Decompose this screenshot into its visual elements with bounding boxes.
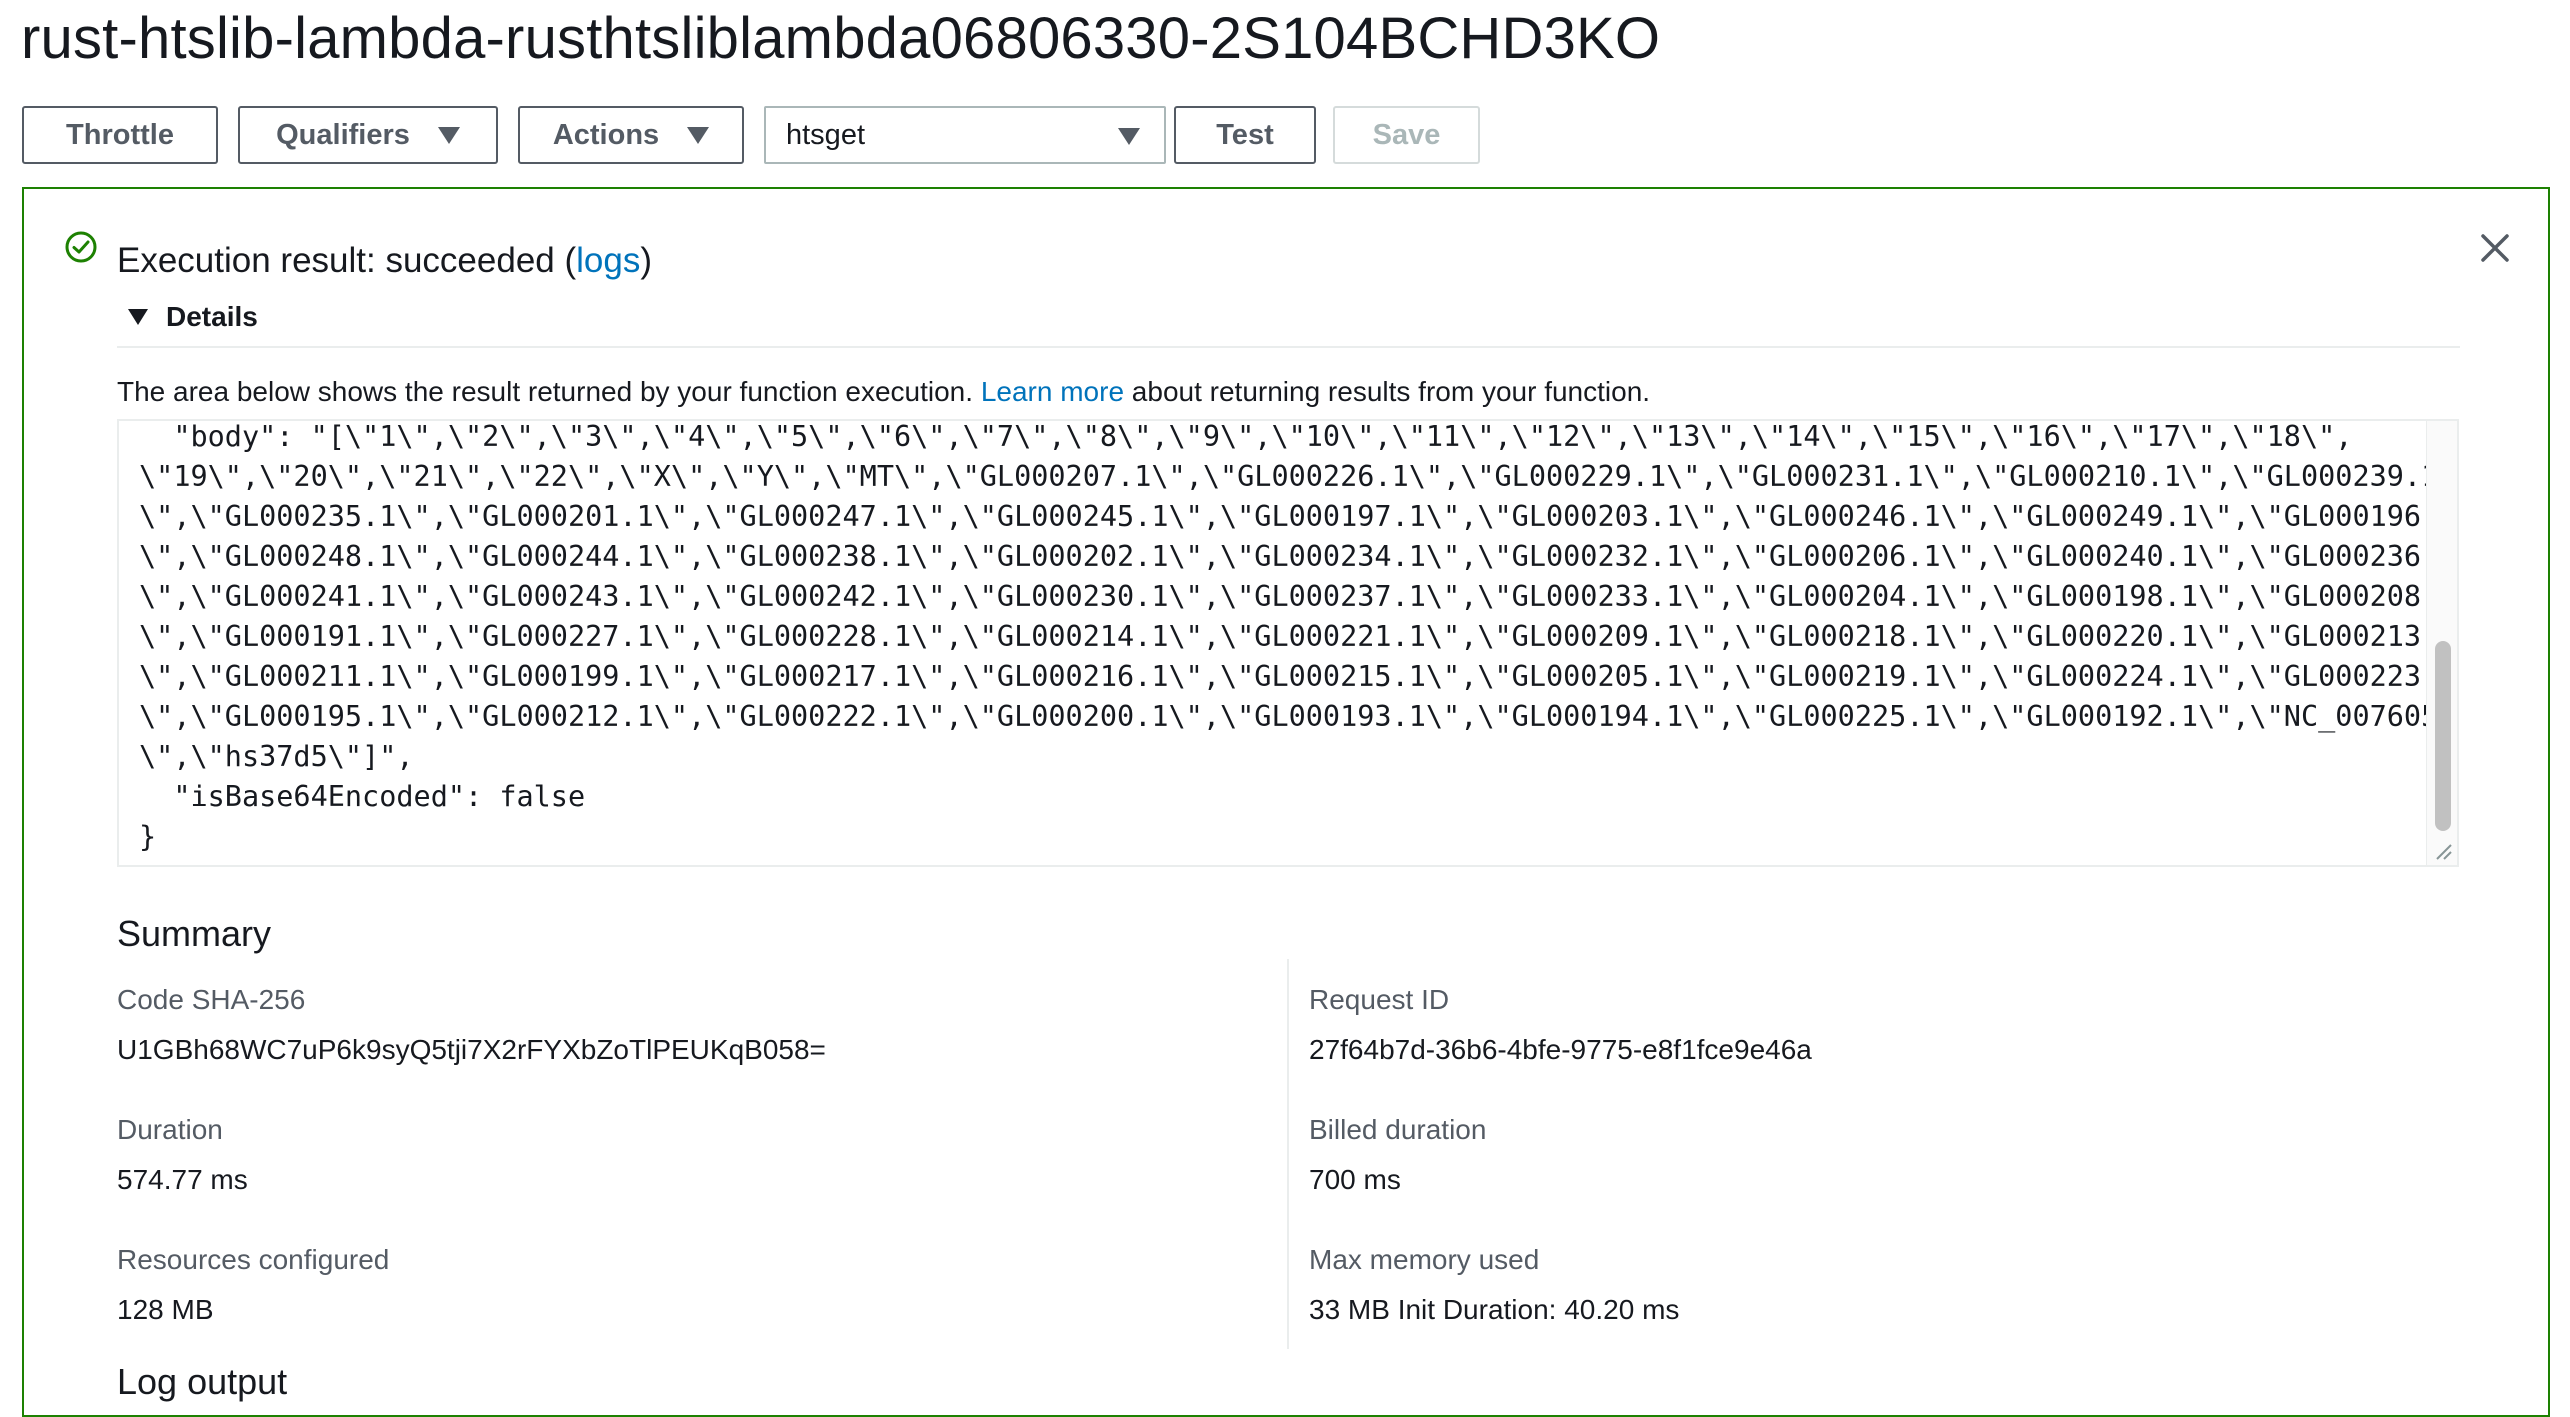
output-line: "body": "[\"1\",\"2\",\"3\",\"4\",\"5\",… [139, 420, 2353, 453]
logs-link[interactable]: logs [576, 241, 640, 280]
details-toggle[interactable]: Details [128, 301, 258, 333]
description-text: The area below shows the result returned… [117, 376, 981, 407]
result-output-box[interactable]: "body": "[\"1\",\"2\",\"3\",\"4\",\"5\",… [117, 419, 2459, 867]
save-button[interactable]: Save [1333, 106, 1480, 164]
code-sha-label: Code SHA-256 [117, 984, 306, 1015]
description-suffix: about returning results from your functi… [1124, 376, 1651, 407]
learn-more-link[interactable]: Learn more [981, 376, 1124, 407]
test-button[interactable]: Test [1174, 106, 1316, 164]
caret-down-icon [1118, 128, 1140, 145]
test-event-select[interactable]: htsget [764, 106, 1166, 164]
summary-title: Summary [117, 913, 272, 954]
billed-duration-value: 700 ms [1309, 1164, 1401, 1195]
test-label: Test [1216, 118, 1274, 151]
output-line: \",\"GL000195.1\",\"GL000212.1\",\"GL000… [139, 700, 2439, 733]
details-label: Details [166, 301, 258, 332]
output-line: \",\"GL000191.1\",\"GL000227.1\",\"GL000… [139, 620, 2456, 653]
log-output-title: Log output [117, 1361, 288, 1402]
status-text: Execution result: succeeded ( [117, 241, 577, 280]
qualifiers-button[interactable]: Qualifiers [238, 106, 498, 164]
actions-button[interactable]: Actions [518, 106, 744, 164]
caret-down-icon [687, 126, 710, 144]
scrollbar[interactable] [2426, 421, 2457, 865]
page-title: rust-htslib-lambda-rusthtsliblambda06806… [21, 6, 1661, 71]
execution-result-panel: Execution result: succeeded (logs) Detai… [22, 187, 2550, 1417]
resources-configured-label: Resources configured [117, 1244, 390, 1275]
qualifiers-label: Qualifiers [276, 118, 410, 151]
save-label: Save [1372, 118, 1441, 151]
resize-handle-icon[interactable] [2431, 839, 2453, 861]
request-id-label: Request ID [1309, 984, 1450, 1015]
code-sha-value: U1GBh68WC7uP6k9syQ5tji7X2rFYXbZoTlPEUKqB… [117, 1034, 826, 1065]
check-circle-icon [65, 231, 97, 263]
max-memory-value: 33 MB Init Duration: 40.20 ms [1309, 1294, 1680, 1325]
test-event-value: htsget [786, 118, 865, 151]
throttle-label: Throttle [66, 118, 174, 151]
output-line: } [139, 820, 157, 853]
result-output: "body": "[\"1\",\"2\",\"3\",\"4\",\"5\",… [139, 420, 2456, 857]
caret-down-icon [128, 309, 148, 325]
output-line: \",\"GL000248.1\",\"GL000244.1\",\"GL000… [139, 540, 2456, 573]
execution-status: Execution result: succeeded (logs) [117, 239, 652, 283]
output-line: \",\"hs37d5\"]", [139, 740, 414, 773]
output-line: \",\"GL000235.1\",\"GL000201.1\",\"GL000… [139, 500, 2456, 533]
output-line: \",\"GL000211.1\",\"GL000199.1\",\"GL000… [139, 660, 2456, 693]
result-description: The area below shows the result returned… [117, 373, 1650, 411]
output-line: \",\"GL000241.1\",\"GL000243.1\",\"GL000… [139, 580, 2456, 613]
actions-label: Actions [552, 118, 660, 151]
output-line: "isBase64Encoded": false [139, 780, 586, 813]
status-suffix: ) [640, 241, 653, 280]
request-id-value: 27f64b7d-36b6-4bfe-9775-e8f1fce9e46a [1309, 1034, 1812, 1065]
caret-down-icon [437, 126, 460, 144]
max-memory-label: Max memory used [1309, 1244, 1540, 1275]
output-line: \"19\",\"20\",\"21\",\"22\",\"X\",\"Y\",… [139, 460, 2439, 493]
throttle-button[interactable]: Throttle [22, 106, 218, 164]
scrollbar-thumb[interactable] [2435, 641, 2451, 831]
duration-value: 574.77 ms [117, 1164, 248, 1195]
billed-duration-label: Billed duration [1309, 1114, 1487, 1145]
resources-configured-value: 128 MB [117, 1294, 214, 1325]
column-divider [1287, 959, 1289, 1349]
divider [117, 346, 2460, 348]
close-icon[interactable] [2478, 231, 2512, 265]
duration-label: Duration [117, 1114, 223, 1145]
